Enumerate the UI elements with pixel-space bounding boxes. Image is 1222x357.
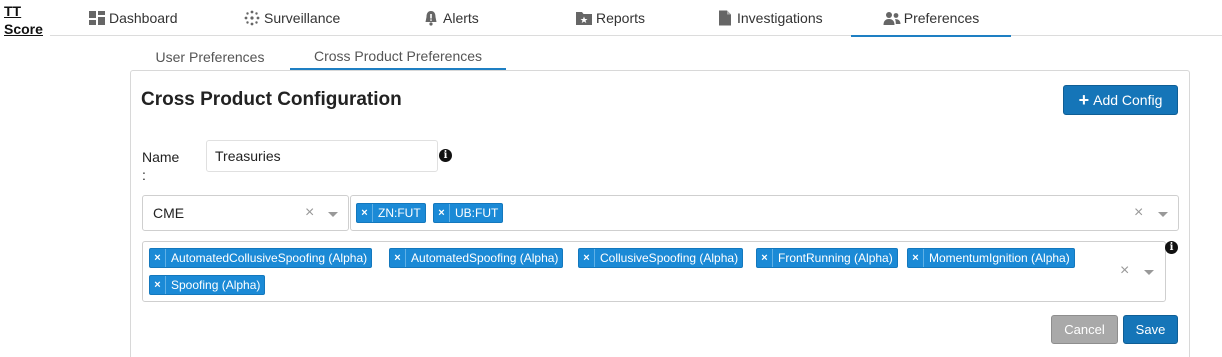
- nav-surveillance-label: Surveillance: [264, 10, 341, 26]
- name-input[interactable]: [206, 140, 438, 172]
- product-dropdown-icon[interactable]: [1158, 212, 1168, 217]
- algorithm-tag: × AutomatedSpoofing (Alpha): [389, 248, 564, 268]
- cancel-button[interactable]: Cancel: [1051, 315, 1118, 344]
- product-tag: × ZN:FUT: [356, 203, 426, 223]
- algorithm-tag-remove-icon[interactable]: ×: [908, 249, 924, 267]
- nav-alerts-label: Alerts: [443, 10, 479, 26]
- algorithm-dropdown-icon[interactable]: [1144, 270, 1154, 275]
- algorithm-tag-label: FrontRunning (Alpha): [778, 251, 893, 265]
- algorithm-info-icon[interactable]: i: [1165, 241, 1178, 254]
- algorithm-tag-label: AutomatedSpoofing (Alpha): [411, 251, 559, 265]
- nav-alerts[interactable]: Alerts: [422, 0, 479, 36]
- algorithm-tag-label: MomentumIgnition (Alpha): [929, 251, 1070, 265]
- algorithm-tag-remove-icon[interactable]: ×: [579, 249, 595, 267]
- algorithm-tag: × MomentumIgnition (Alpha): [907, 248, 1075, 268]
- algorithm-tag: × Spoofing (Alpha): [149, 275, 266, 295]
- algorithm-tag-label: AutomatedCollusiveSpoofing (Alpha): [171, 251, 368, 265]
- product-tag-label: ZN:FUT: [378, 206, 421, 220]
- brand-line-1: TT: [4, 3, 22, 19]
- algorithm-tag-remove-icon[interactable]: ×: [150, 249, 166, 267]
- product-multiselect[interactable]: × ZN:FUT × UB:FUT ×: [350, 195, 1179, 231]
- algorithm-tag: × CollusiveSpoofing (Alpha): [578, 248, 744, 268]
- add-config-button[interactable]: + Add Config: [1063, 85, 1178, 115]
- name-label: Name :: [142, 148, 179, 184]
- tab-cross-product-preferences[interactable]: Cross Product Preferences: [290, 44, 506, 70]
- exchange-clear-icon[interactable]: ×: [305, 205, 314, 221]
- product-clear-icon[interactable]: ×: [1134, 205, 1143, 221]
- surveillance-icon: [244, 10, 260, 26]
- brand-logo[interactable]: TT Score: [4, 2, 43, 38]
- nav-reports-label: Reports: [596, 10, 646, 26]
- nav-investigations-label: Investigations: [737, 10, 823, 26]
- nav-reports[interactable]: Reports: [575, 0, 645, 36]
- exchange-dropdown-icon[interactable]: [328, 212, 338, 217]
- nav-preferences-label: Preferences: [903, 10, 980, 26]
- product-tag-label: UB:FUT: [455, 206, 499, 220]
- brand-line-2: Score: [4, 21, 43, 37]
- product-tag-remove-icon[interactable]: ×: [357, 204, 373, 222]
- document-icon: [719, 10, 731, 26]
- product-tag: × UB:FUT: [433, 203, 504, 223]
- algorithm-tag-label: Spoofing (Alpha): [171, 278, 261, 292]
- algorithm-tag-label: CollusiveSpoofing (Alpha): [600, 251, 739, 265]
- dashboard-icon: [89, 11, 105, 25]
- tab-user-preferences-label: User Preferences: [155, 49, 265, 65]
- product-tag-remove-icon[interactable]: ×: [434, 204, 450, 222]
- nav-dashboard[interactable]: Dashboard: [88, 0, 178, 36]
- name-label-colon: :: [142, 167, 146, 183]
- nav-preferences[interactable]: Preferences: [851, 0, 1011, 37]
- algorithm-tag-remove-icon[interactable]: ×: [390, 249, 406, 267]
- nav-dashboard-label: Dashboard: [109, 10, 178, 26]
- exchange-select[interactable]: CME ×: [142, 195, 349, 231]
- nav-investigations[interactable]: Investigations: [716, 0, 823, 36]
- nav-surveillance[interactable]: Surveillance: [243, 0, 340, 36]
- add-config-label: Add Config: [1093, 92, 1163, 108]
- panel-title: Cross Product Configuration: [141, 89, 402, 110]
- save-button[interactable]: Save: [1123, 315, 1178, 344]
- tab-user-preferences[interactable]: User Preferences: [130, 44, 290, 70]
- folder-star-icon: [576, 12, 592, 25]
- users-icon: [883, 12, 901, 25]
- name-label-text: Name: [142, 149, 180, 165]
- algorithm-tag-remove-icon[interactable]: ×: [757, 249, 773, 267]
- plus-icon: +: [1078, 90, 1090, 110]
- bell-icon: [425, 11, 437, 26]
- algorithm-tag: × AutomatedCollusiveSpoofing (Alpha): [149, 248, 373, 268]
- algorithm-clear-icon[interactable]: ×: [1120, 263, 1129, 279]
- name-info-icon[interactable]: i: [439, 149, 452, 162]
- algorithm-multiselect[interactable]: × AutomatedCollusiveSpoofing (Alpha) × A…: [142, 241, 1166, 302]
- config-panel: Cross Product Configuration + Add Config…: [130, 70, 1190, 357]
- algorithm-tag-remove-icon[interactable]: ×: [150, 276, 166, 294]
- top-navigation: Dashboard Surveillance Alerts Reports In…: [50, 0, 1222, 37]
- algorithm-tag: × FrontRunning (Alpha): [756, 248, 898, 268]
- exchange-select-value: CME: [153, 205, 185, 221]
- tab-cross-product-preferences-label: Cross Product Preferences: [313, 48, 483, 64]
